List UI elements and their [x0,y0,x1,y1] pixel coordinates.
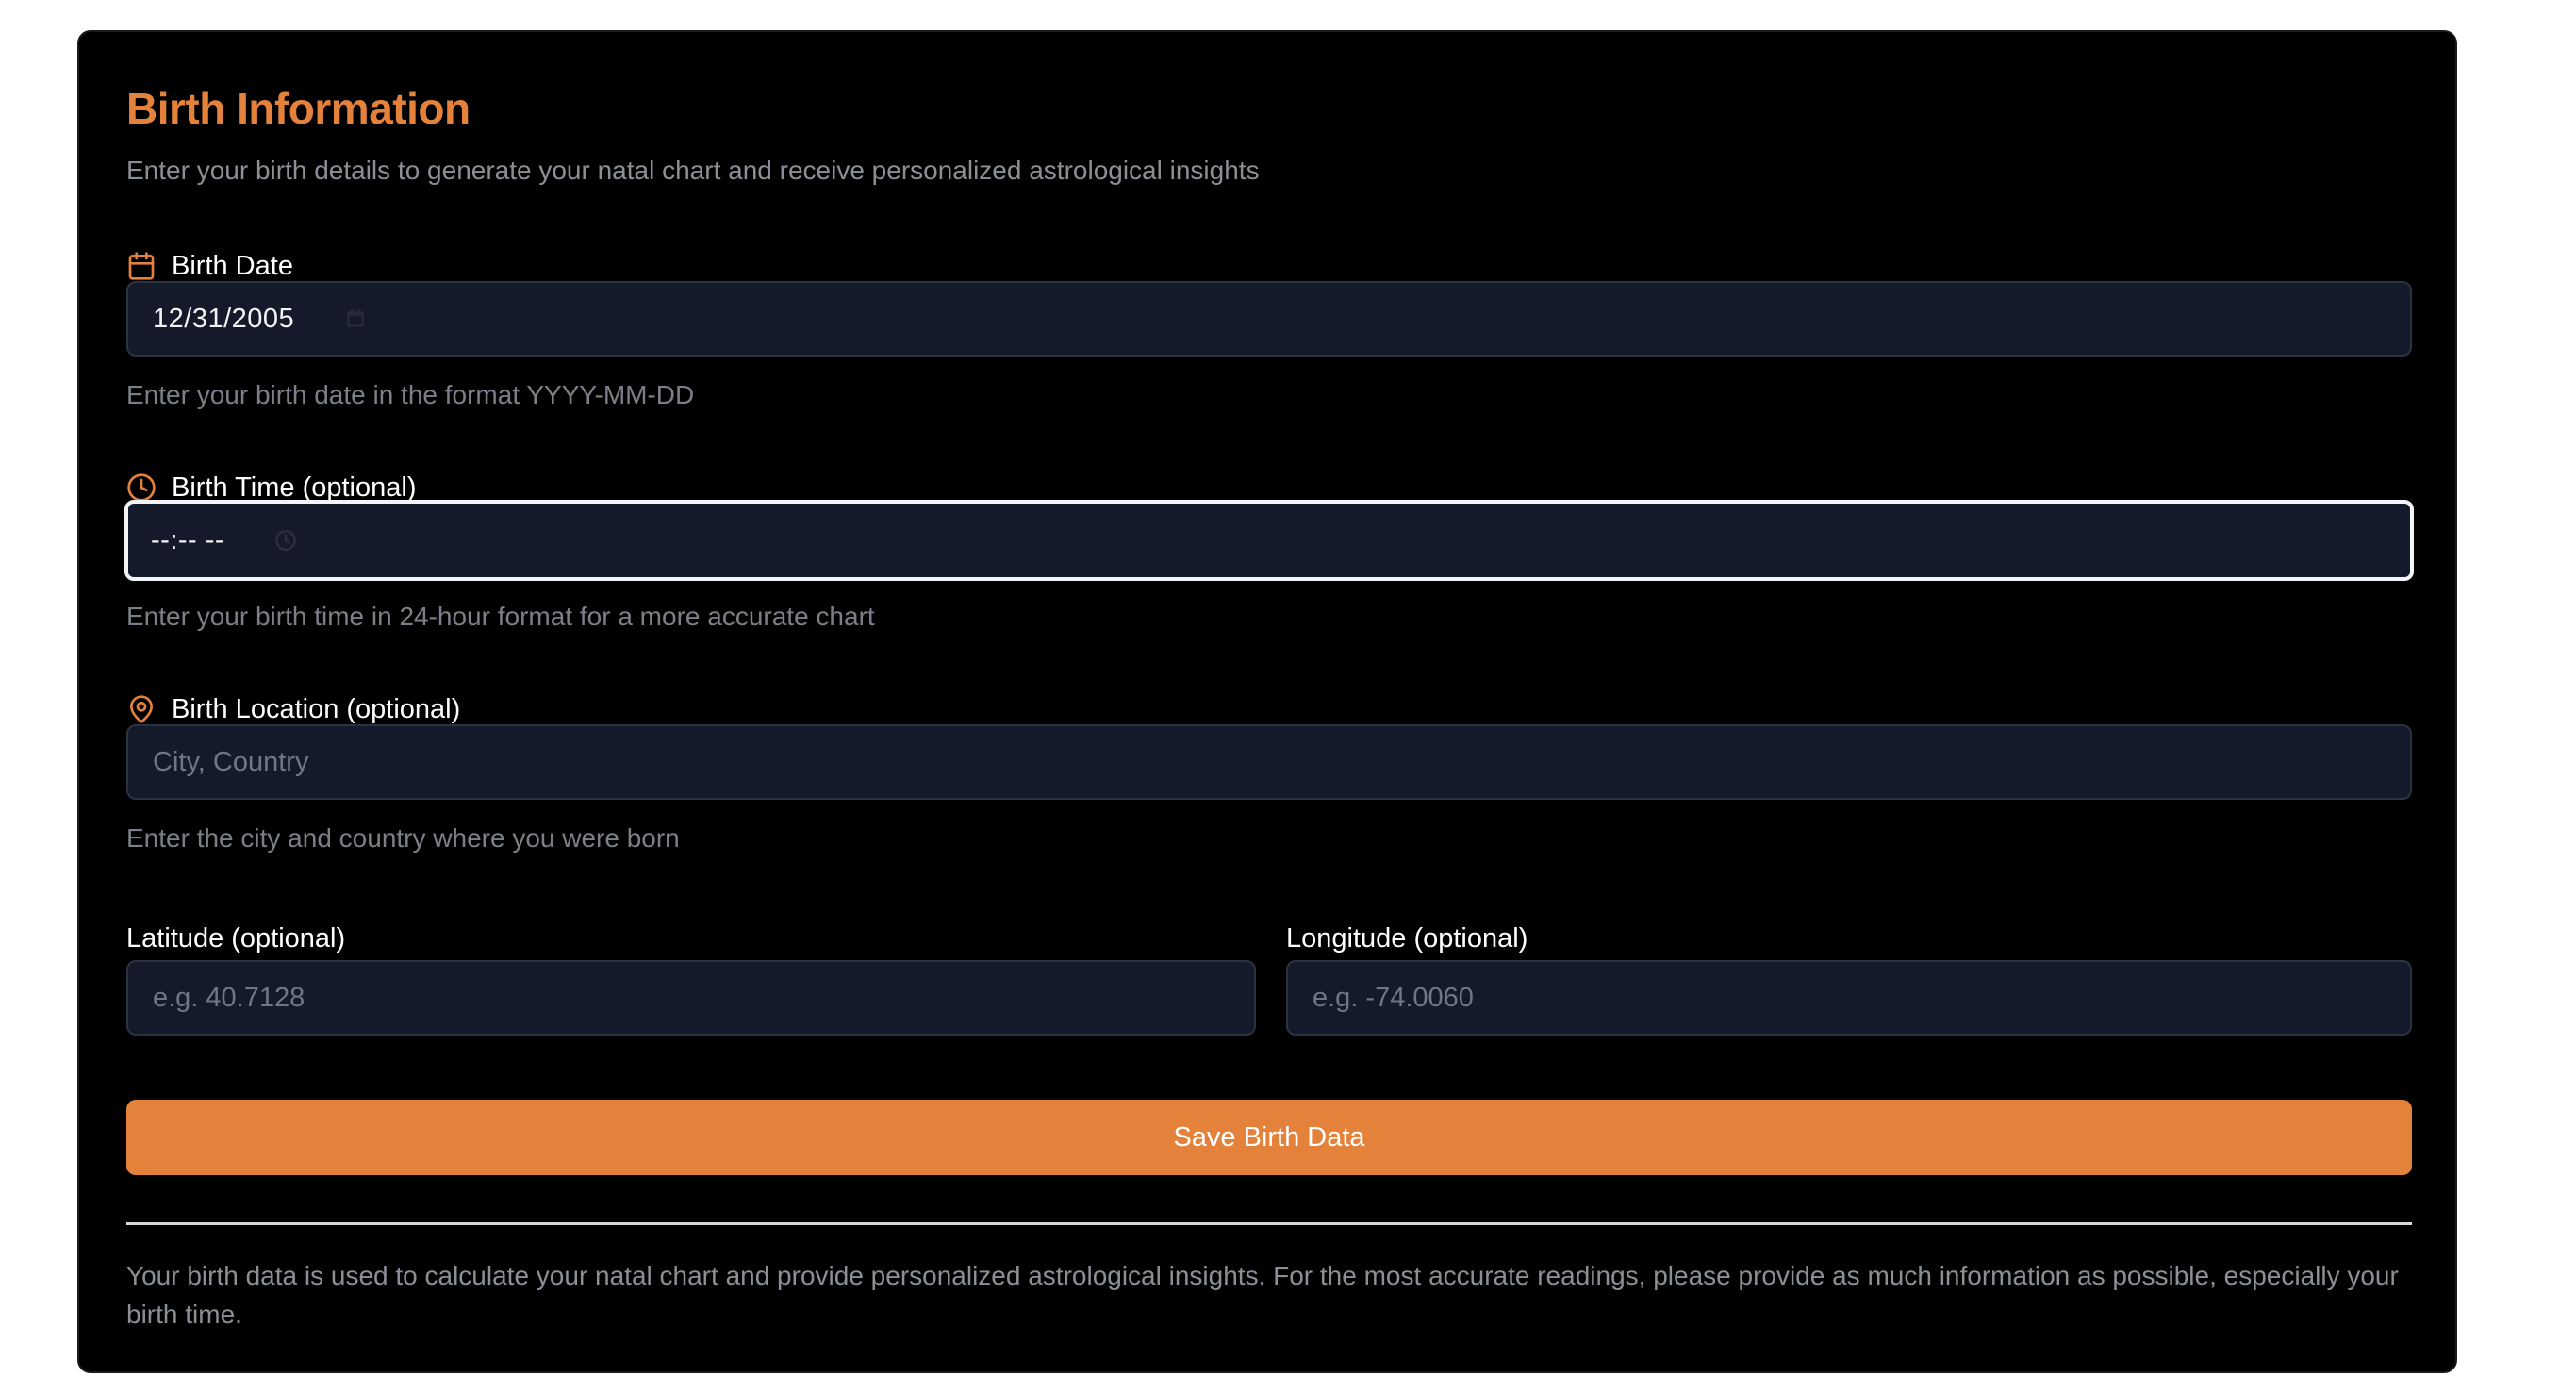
calendar-picker-icon[interactable] [343,307,368,331]
save-birth-data-button[interactable]: Save Birth Data [126,1100,2412,1175]
birth-time-label-text: Birth Time (optional) [172,472,417,503]
birth-location-label: Birth Location (optional) [126,694,460,724]
latitude-input[interactable] [126,960,1256,1036]
birth-time-help: Enter your birth time in 24-hour format … [126,602,875,631]
birth-date-label-text: Birth Date [172,250,293,281]
page-title: Birth Information [126,84,471,133]
birth-date-value: 12/31/2005 [153,303,295,334]
clock-picker-icon[interactable] [273,528,298,553]
footer-note: Your birth data is used to calculate you… [126,1261,2399,1329]
map-pin-icon [126,694,157,724]
birth-time-label: Birth Time (optional) [126,473,417,503]
birth-information-card: Birth Information Enter your birth detai… [77,30,2457,1373]
birth-date-label: Birth Date [126,251,293,281]
birth-date-help: Enter your birth date in the format YYYY… [126,380,695,409]
birth-location-label-text: Birth Location (optional) [172,693,461,724]
latitude-field[interactable] [153,982,1230,1014]
birth-location-help: Enter the city and country where you wer… [126,823,680,853]
calendar-icon [126,251,157,281]
divider [126,1222,2412,1225]
clock-icon [126,473,157,503]
birth-location-field[interactable] [153,746,2386,778]
birth-location-input[interactable] [126,724,2412,800]
longitude-input[interactable] [1286,960,2412,1036]
longitude-label-text: Longitude (optional) [1286,923,1528,954]
birth-date-input[interactable]: 12/31/2005 [126,281,2412,357]
birth-time-input[interactable]: --:-- -- [124,500,2414,581]
birth-time-value: --:-- -- [151,524,225,556]
latitude-label-text: Latitude (optional) [126,923,346,954]
longitude-field[interactable] [1313,982,2386,1014]
latitude-label: Latitude (optional) [126,925,345,953]
page-subtitle: Enter your birth details to generate you… [126,156,1260,185]
longitude-label: Longitude (optional) [1286,925,1527,953]
